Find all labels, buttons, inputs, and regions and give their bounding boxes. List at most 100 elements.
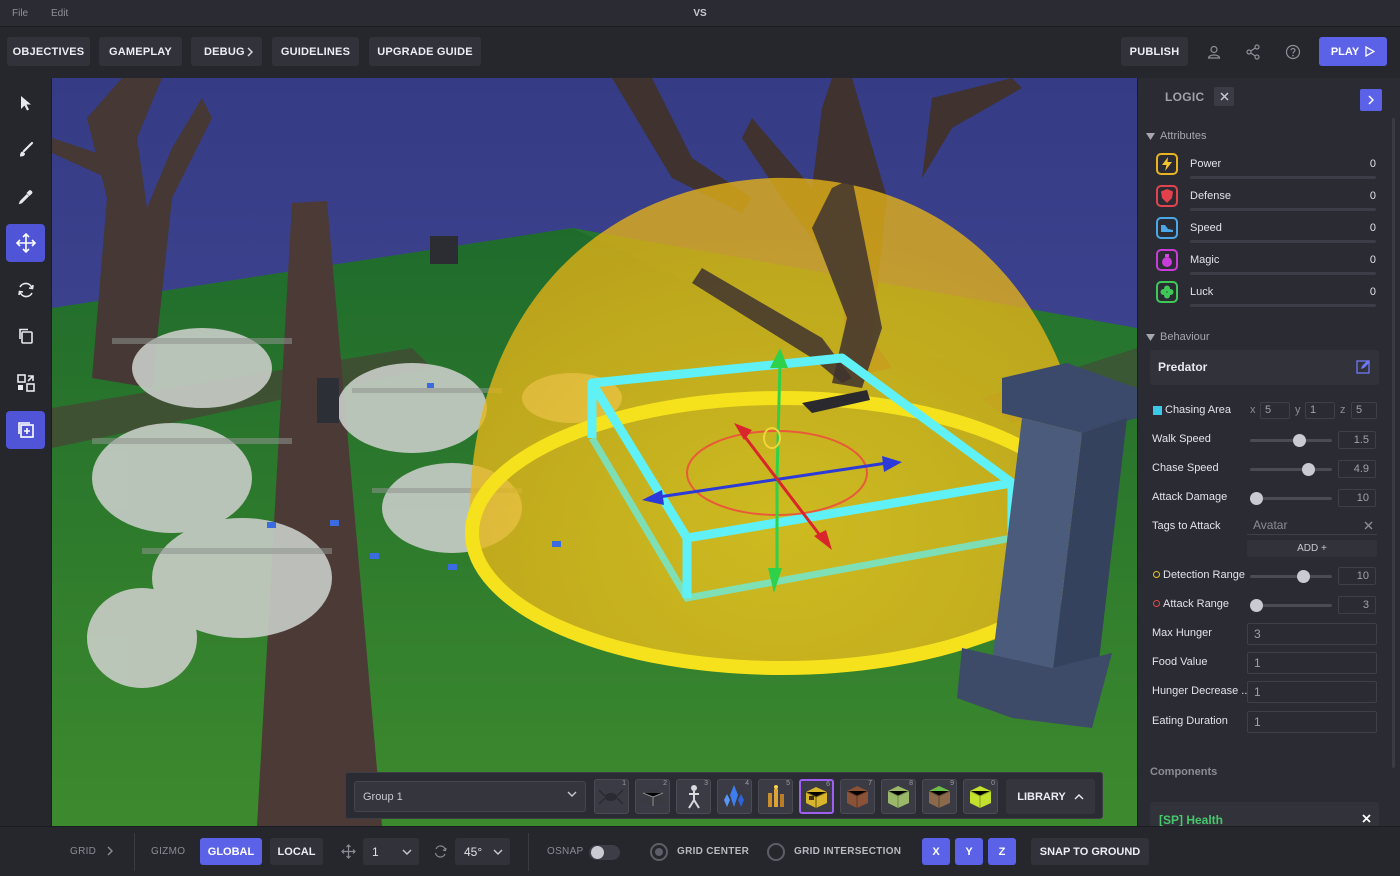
attack-damage-slider[interactable] (1250, 492, 1332, 505)
brush-tool[interactable] (6, 131, 45, 169)
detection-range-value[interactable]: 10 (1338, 567, 1376, 585)
gameplay-button[interactable]: GAMEPLAY (99, 37, 182, 66)
behaviour-section-header[interactable]: Behaviour (1146, 331, 1210, 343)
layout-tool[interactable] (6, 364, 45, 402)
close-icon[interactable] (1362, 814, 1371, 823)
attribute-power: Power 0 (1156, 153, 1376, 183)
move-tool[interactable] (6, 224, 45, 262)
objectives-button[interactable]: OBJECTIVES (7, 37, 90, 66)
food-value-input[interactable]: 1 (1247, 652, 1377, 674)
hotbar-slot-4[interactable]: 4 (717, 779, 752, 814)
divider (528, 833, 529, 871)
snap-to-ground-button[interactable]: SNAP TO GROUND (1031, 838, 1149, 865)
max-hunger-label: Max Hunger (1152, 627, 1212, 639)
publish-button[interactable]: PUBLISH (1121, 37, 1188, 66)
tool-strip (0, 78, 52, 876)
chevron-down-icon (567, 791, 577, 797)
axis-z-toggle[interactable]: Z (988, 838, 1016, 865)
hotbar-slot-8[interactable]: 8 (881, 779, 916, 814)
close-panel-button[interactable] (1214, 87, 1234, 106)
chasing-area-z-input[interactable]: 5 (1351, 402, 1377, 419)
detection-range-label: Detection Range (1163, 569, 1245, 581)
chasing-area-z-label: z (1340, 404, 1346, 416)
hotbar-slot-10[interactable]: 0 (963, 779, 998, 814)
grid-center-radio[interactable] (650, 843, 668, 861)
grid-intersection-radio[interactable] (767, 843, 785, 861)
close-icon (1219, 92, 1229, 101)
tag-avatar[interactable]: Avatar (1247, 516, 1377, 535)
guidelines-button[interactable]: GUIDELINES (272, 37, 359, 66)
slider-knob[interactable] (1250, 492, 1263, 505)
add-frame-tool[interactable] (6, 411, 45, 449)
move-step-icon (341, 844, 356, 859)
hunger-decrease-input[interactable]: 1 (1247, 681, 1377, 703)
attribute-bar (1190, 176, 1376, 179)
edit-icon[interactable] (1356, 359, 1371, 374)
attack-range-slider[interactable] (1250, 599, 1332, 612)
debug-button[interactable]: DEBUG (191, 37, 262, 66)
local-button[interactable]: LOCAL (270, 838, 323, 865)
attribute-speed: Speed 0 (1156, 217, 1376, 247)
eating-duration-input[interactable]: 1 (1247, 711, 1377, 733)
attack-damage-value[interactable]: 10 (1338, 489, 1376, 507)
chasing-area-x-label: x (1250, 404, 1256, 416)
share-icon[interactable] (1238, 37, 1268, 66)
slider-knob[interactable] (1301, 463, 1315, 476)
grid-label[interactable]: GRID (70, 846, 96, 857)
slider-knob[interactable] (1296, 570, 1310, 583)
remove-tag-icon[interactable] (1364, 521, 1373, 530)
rotate-step-select[interactable]: 45° (455, 838, 510, 865)
chasing-area-y-input[interactable]: 1 (1305, 402, 1335, 419)
behaviour-predator[interactable]: Predator (1150, 350, 1379, 385)
attack-range-value[interactable]: 3 (1338, 596, 1376, 614)
hotbar-slot-1[interactable]: 1 (594, 779, 629, 814)
move-step-select[interactable]: 1 (363, 838, 419, 865)
walk-speed-slider[interactable] (1250, 434, 1332, 447)
detection-range-slider[interactable] (1250, 570, 1332, 583)
attribute-label: Defense (1190, 190, 1231, 202)
component-name: [SP] Health (1159, 813, 1224, 826)
hotbar-slot-2[interactable]: 2 (635, 779, 670, 814)
chevron-right-icon[interactable] (107, 846, 113, 856)
group-select-label: Group 1 (363, 790, 403, 803)
rotate-tool[interactable] (6, 271, 45, 309)
component-health[interactable]: [SP] Health (1150, 802, 1379, 826)
walk-speed-value[interactable]: 1.5 (1338, 431, 1376, 449)
behaviour-name: Predator (1158, 360, 1208, 374)
slider-knob[interactable] (1250, 599, 1263, 612)
hotbar-slot-3[interactable]: 3 (676, 779, 711, 814)
select-tool[interactable] (6, 84, 45, 122)
attribute-bar (1190, 240, 1376, 243)
chasing-area-x-input[interactable]: 5 (1260, 402, 1290, 419)
eyedropper-tool[interactable] (6, 178, 45, 216)
user-icon[interactable] (1199, 37, 1229, 66)
group-select[interactable]: Group 1 (354, 781, 586, 812)
hotbar-slot-5[interactable]: 5 (758, 779, 793, 814)
chase-speed-slider[interactable] (1250, 463, 1332, 476)
window-title: VS (693, 8, 707, 19)
hotbar-slot-6[interactable]: 6 (799, 779, 834, 814)
max-hunger-input[interactable]: 3 (1247, 623, 1377, 645)
help-icon[interactable] (1278, 37, 1308, 66)
panel-scrollbar[interactable] (1392, 118, 1395, 768)
chasing-area-label: Chasing Area (1165, 404, 1232, 416)
play-button[interactable]: PLAY (1319, 37, 1387, 66)
upgrade-guide-button[interactable]: UPGRADE GUIDE (369, 37, 481, 66)
hotbar-slot-7[interactable]: 7 (840, 779, 875, 814)
axis-x-toggle[interactable]: X (922, 838, 950, 865)
attribute-luck: Luck 0 (1156, 281, 1376, 311)
expand-panel-button[interactable] (1360, 89, 1382, 111)
library-button[interactable]: LIBRARY (1006, 779, 1095, 814)
copy-tool[interactable] (6, 317, 45, 355)
attributes-section-header[interactable]: Attributes (1146, 130, 1206, 142)
axis-y-toggle[interactable]: Y (955, 838, 983, 865)
eating-duration-label: Eating Duration (1152, 715, 1228, 727)
global-button[interactable]: GLOBAL (200, 838, 262, 865)
caret-down-icon (1146, 132, 1155, 140)
chase-speed-value[interactable]: 4.9 (1338, 460, 1376, 478)
osnap-toggle[interactable] (589, 845, 620, 860)
slider-knob[interactable] (1292, 434, 1306, 447)
add-tag-button[interactable]: ADD + (1247, 540, 1377, 557)
scene-viewport[interactable] (52, 78, 1137, 826)
hotbar-slot-9[interactable]: 9 (922, 779, 957, 814)
